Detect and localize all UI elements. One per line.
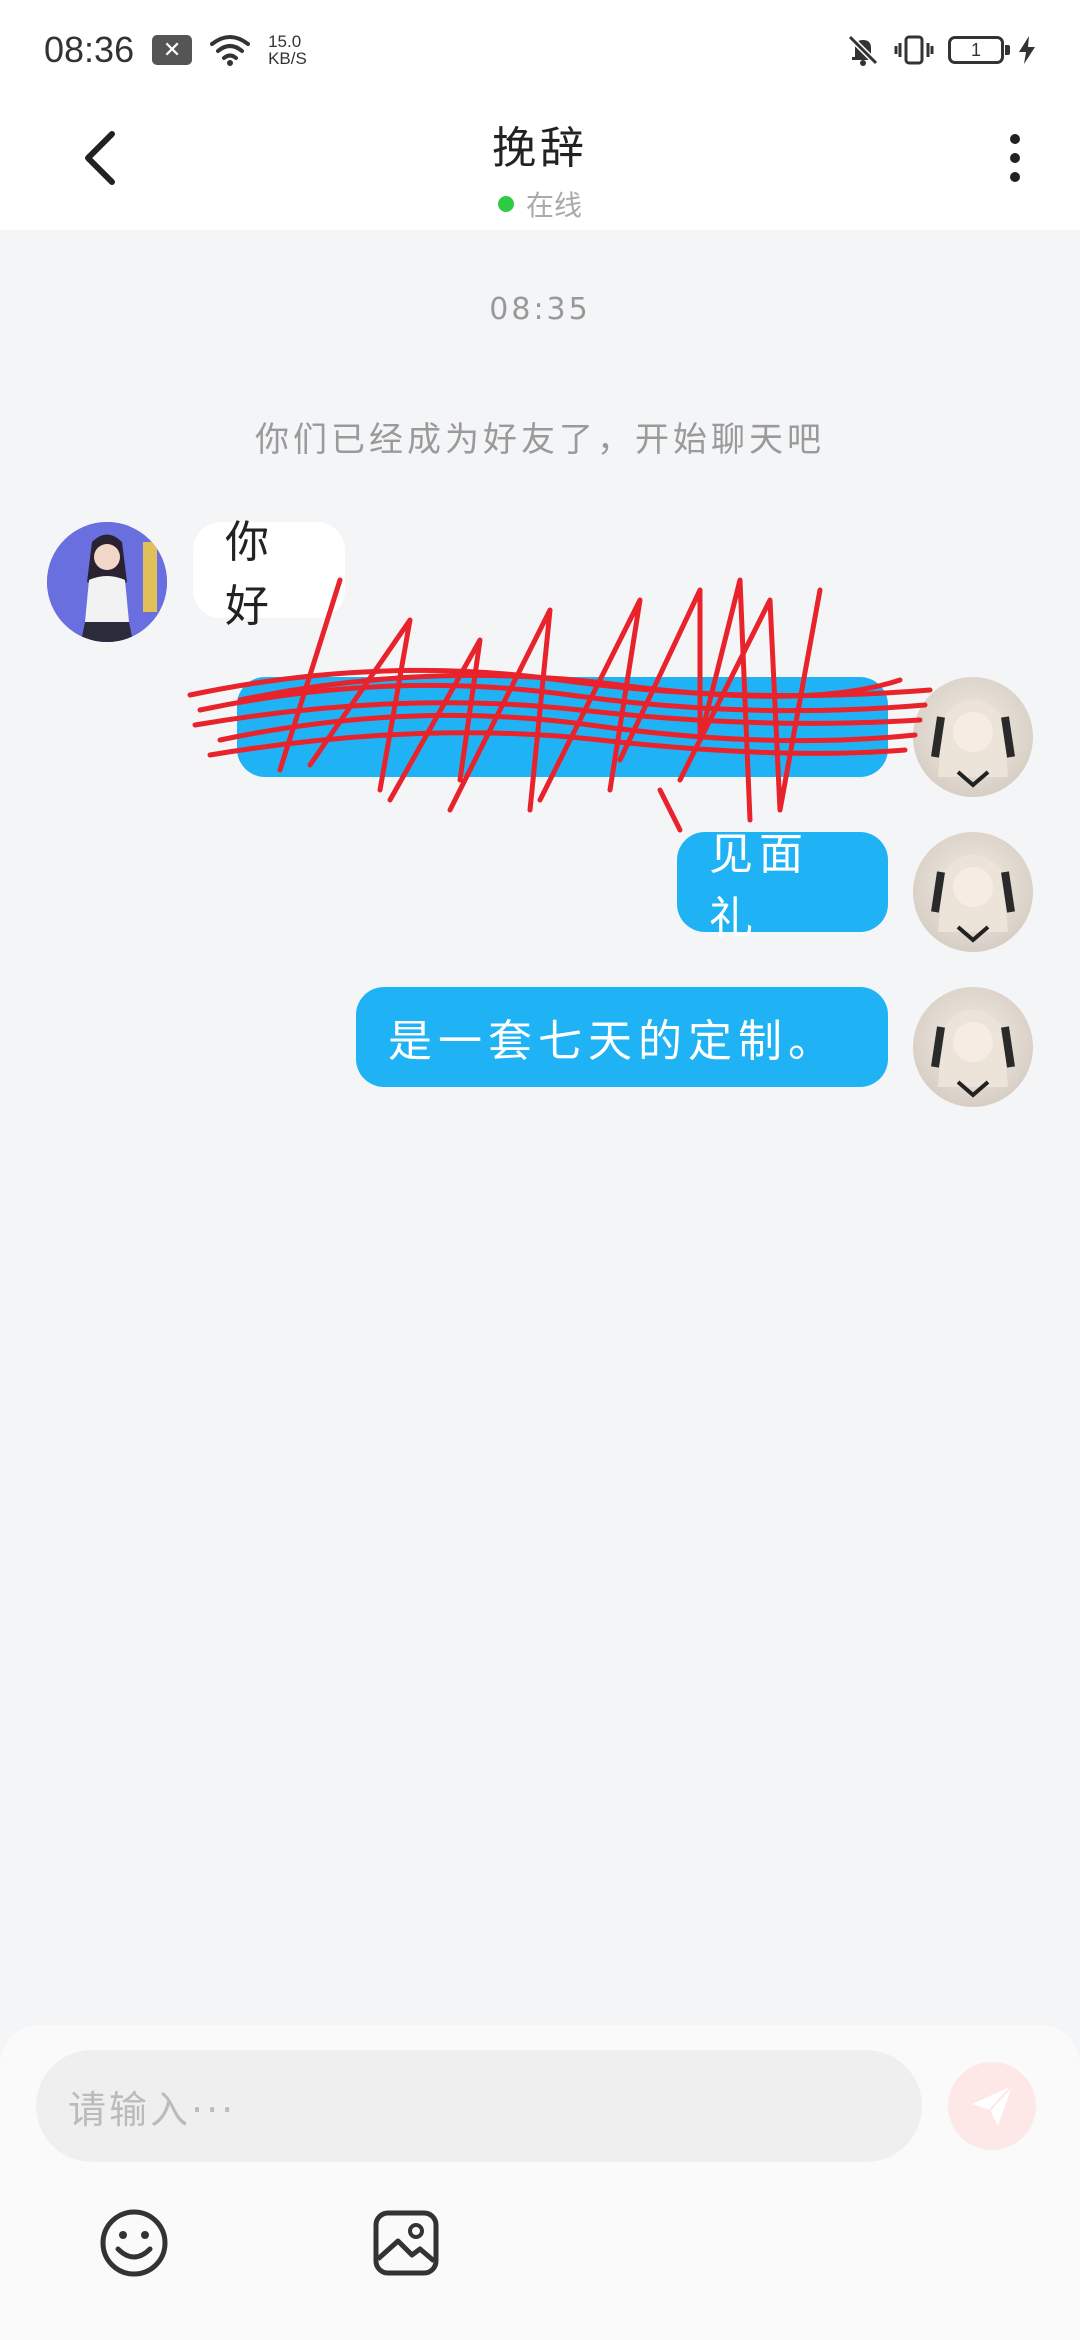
online-dot-icon	[497, 196, 514, 212]
more-options-button[interactable]	[990, 128, 1040, 188]
smiley-icon	[100, 2209, 168, 2277]
presence-label: 在线	[525, 189, 582, 222]
contact-avatar-image	[47, 522, 167, 642]
net-speed: 15.0 KB/S	[268, 33, 307, 67]
status-right: 1	[846, 33, 1036, 67]
title-wrap: 挽辞 在线	[0, 112, 1080, 224]
notification-close-icon: ✕	[152, 35, 193, 65]
send-button[interactable]	[948, 2062, 1036, 2150]
image-button[interactable]	[370, 2207, 442, 2279]
user-avatar-image	[931, 1009, 1015, 1098]
more-dot-icon	[1010, 172, 1020, 182]
message-bubble-outgoing[interactable]: 是一套七天的定制。	[356, 987, 888, 1087]
status-bar: 08:36 ✕ 15.0 KB/S 1	[0, 0, 1080, 100]
message-bubble-incoming[interactable]: 你好	[193, 517, 345, 632]
message-input-placeholder: 请输入···	[68, 2087, 237, 2132]
message-timestamp: 08:35	[489, 292, 591, 327]
contact-avatar[interactable]	[47, 522, 167, 642]
status-left: 08:36 ✕ 15.0 KB/S	[44, 29, 307, 71]
user-avatar-image	[931, 854, 1015, 943]
more-dot-icon	[1010, 153, 1020, 163]
user-avatar[interactable]	[913, 677, 1033, 797]
wifi-icon	[210, 35, 251, 66]
message-text: 是一套七天的定制。	[388, 1016, 838, 1067]
more-dot-icon	[1010, 134, 1020, 144]
message-bubble-outgoing[interactable]	[237, 677, 888, 777]
message-input[interactable]: 请输入···	[36, 2050, 922, 2162]
chat-header: 挽辞 在线	[0, 100, 1080, 230]
message-composer: 请输入···	[0, 2025, 1080, 2340]
battery-icon: 1	[948, 36, 1010, 64]
battery-level: 1	[970, 39, 981, 60]
scribble-stroke	[657, 787, 683, 833]
net-speed-value: 15.0	[268, 32, 302, 51]
chat-title: 挽辞	[492, 123, 588, 174]
message-text: 见面礼	[709, 829, 809, 944]
user-avatar[interactable]	[913, 987, 1033, 1107]
charging-icon	[1019, 36, 1035, 64]
user-avatar-image	[931, 699, 1015, 788]
system-note: 你们已经成为好友了，开始聊天吧	[255, 420, 825, 460]
user-avatar[interactable]	[913, 832, 1033, 952]
mute-bell-icon	[847, 34, 879, 66]
emoji-button[interactable]	[98, 2207, 170, 2279]
vibrate-icon	[894, 35, 934, 65]
presence-status: 在线	[0, 184, 1080, 224]
image-icon	[373, 2210, 439, 2276]
status-time: 08:36	[44, 29, 135, 70]
paper-plane-icon	[972, 2085, 1013, 2126]
message-bubble-outgoing[interactable]: 见面礼	[677, 829, 888, 944]
net-speed-unit: KB/S	[268, 49, 307, 68]
message-text: 你好	[225, 517, 275, 632]
